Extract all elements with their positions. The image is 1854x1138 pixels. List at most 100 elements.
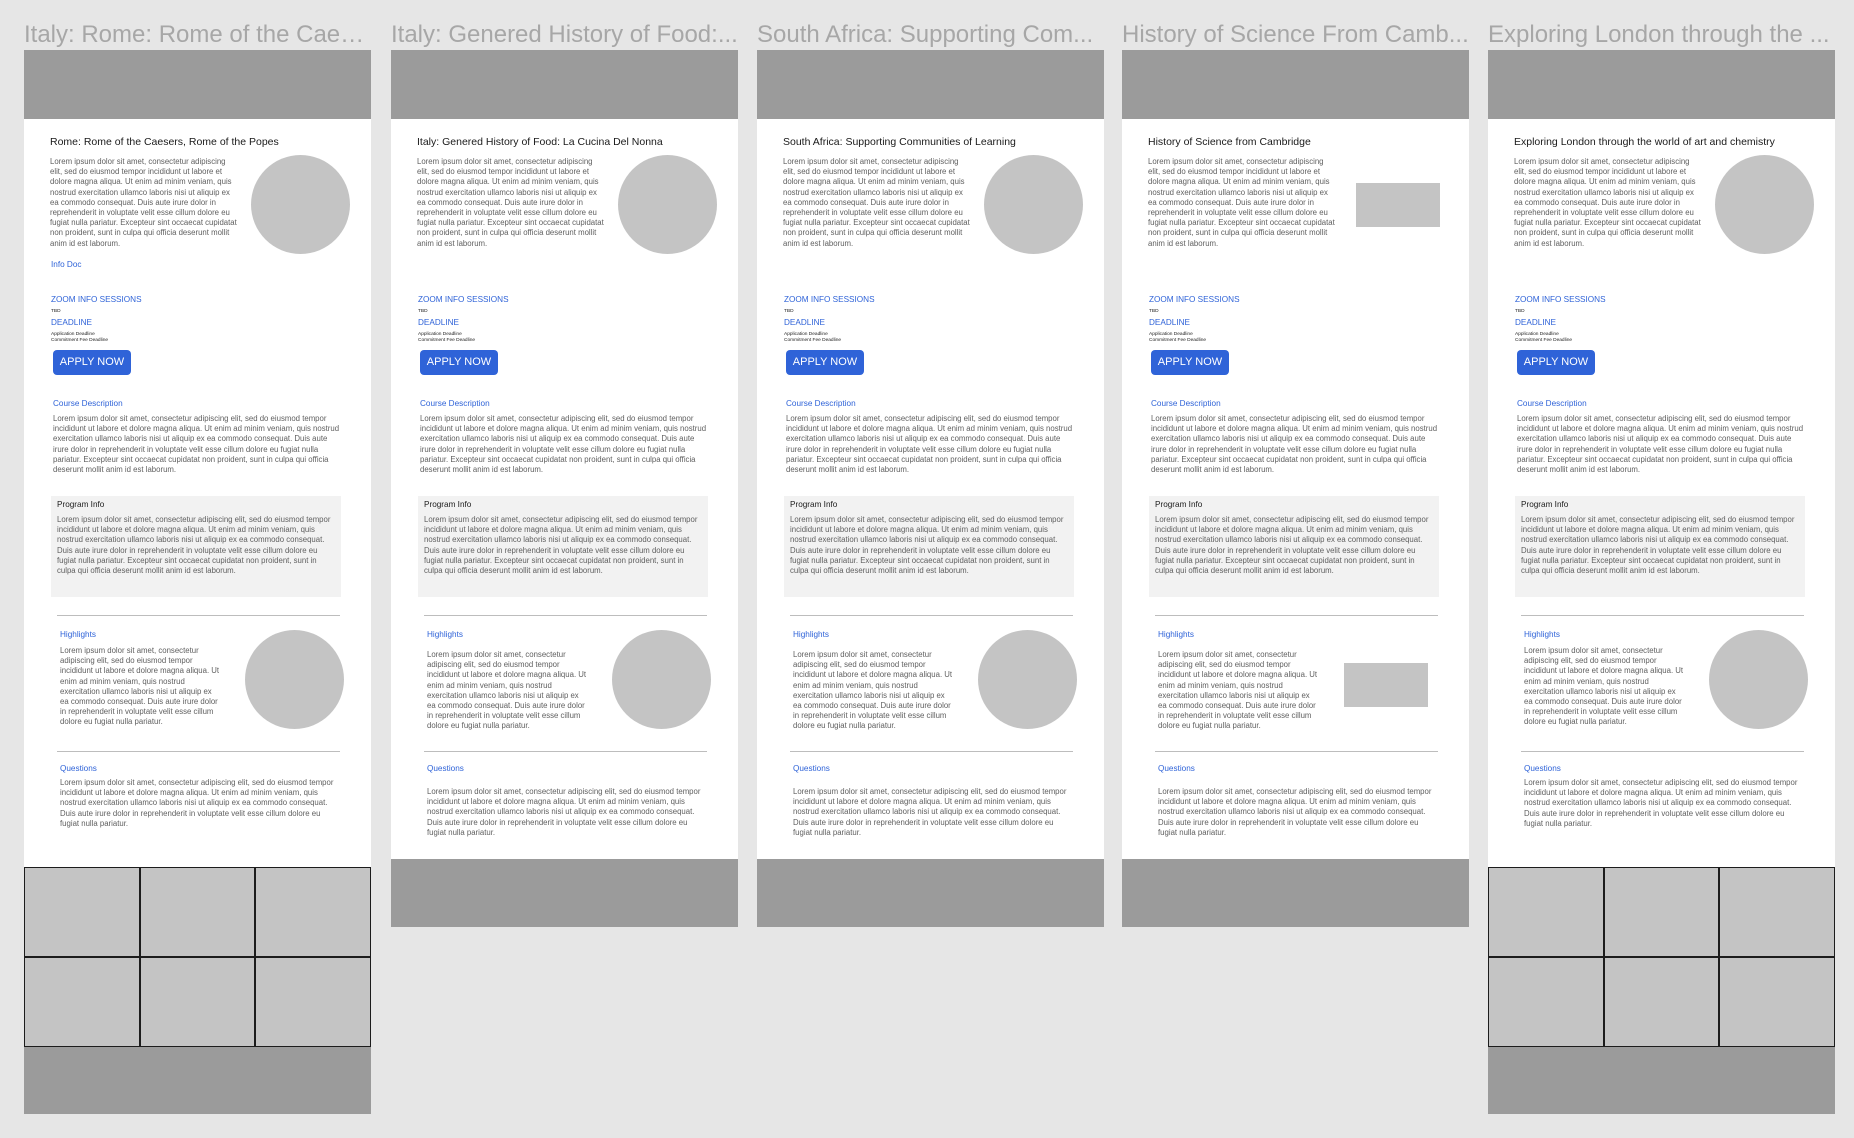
questions-heading: Questions bbox=[793, 764, 830, 773]
zoom-info-sessions-link[interactable]: ZOOM INFO SESSIONS bbox=[51, 295, 142, 304]
divider bbox=[1155, 751, 1438, 752]
divider bbox=[790, 615, 1073, 616]
questions-heading: Questions bbox=[1524, 764, 1561, 773]
intro-text: Lorem ipsum dolor sit amet, consectetur … bbox=[1514, 157, 1701, 248]
intro-text: Lorem ipsum dolor sit amet, consectetur … bbox=[1148, 157, 1335, 248]
deadline-heading: DEADLINE bbox=[418, 318, 459, 327]
course-description-text: Lorem ipsum dolor sit amet, consectetur … bbox=[53, 414, 340, 475]
artboard-title[interactable]: Italy: Genered History of Food:... bbox=[391, 18, 738, 52]
program-info-text: Lorem ipsum dolor sit amet, consectetur … bbox=[790, 515, 1064, 576]
highlights-text: Lorem ipsum dolor sit amet, consectetur … bbox=[60, 646, 220, 727]
apply-now-button[interactable]: APPLY NOW bbox=[53, 350, 131, 375]
program-info-text: Lorem ipsum dolor sit amet, consectetur … bbox=[57, 515, 331, 576]
deadline-heading: DEADLINE bbox=[784, 318, 825, 327]
highlights-heading: Highlights bbox=[427, 630, 463, 639]
highlights-heading: Highlights bbox=[1524, 630, 1560, 639]
program-info-heading: Program Info bbox=[1155, 500, 1203, 509]
session-date: TBD bbox=[418, 309, 428, 314]
course-description-text: Lorem ipsum dolor sit amet, consectetur … bbox=[786, 414, 1073, 475]
highlights-heading: Highlights bbox=[793, 630, 829, 639]
highlights-text: Lorem ipsum dolor sit amet, consectetur … bbox=[427, 650, 587, 731]
highlights-image-placeholder bbox=[1344, 663, 1428, 707]
questions-text: Lorem ipsum dolor sit amet, consectetur … bbox=[1158, 787, 1432, 837]
info-doc-link[interactable]: Info Doc bbox=[51, 260, 82, 269]
apply-now-button[interactable]: APPLY NOW bbox=[1151, 350, 1229, 375]
course-description-heading: Course Description bbox=[1517, 399, 1587, 408]
artboard-title[interactable]: Italy: Rome: Rome of the Caes... bbox=[24, 18, 371, 52]
page-title: Exploring London through the world of ar… bbox=[1514, 136, 1775, 148]
highlights-image-placeholder bbox=[1709, 630, 1808, 729]
course-description-heading: Course Description bbox=[420, 399, 490, 408]
session-date: TBD bbox=[1515, 309, 1525, 314]
course-description-heading: Course Description bbox=[1151, 399, 1221, 408]
zoom-info-sessions-link[interactable]: ZOOM INFO SESSIONS bbox=[1515, 295, 1606, 304]
course-description-heading: Course Description bbox=[53, 399, 123, 408]
application-deadline: Application Deadline bbox=[51, 332, 95, 337]
session-date: TBD bbox=[51, 309, 61, 314]
questions-text: Lorem ipsum dolor sit amet, consectetur … bbox=[793, 787, 1067, 837]
gallery-image-placeholder bbox=[25, 958, 139, 1046]
session-date: TBD bbox=[1149, 309, 1159, 314]
apply-now-button[interactable]: APPLY NOW bbox=[420, 350, 498, 375]
session-date: TBD bbox=[784, 309, 794, 314]
deadline-heading: DEADLINE bbox=[51, 318, 92, 327]
zoom-info-sessions-link[interactable]: ZOOM INFO SESSIONS bbox=[1149, 295, 1240, 304]
program-info-heading: Program Info bbox=[57, 500, 105, 509]
zoom-info-sessions-link[interactable]: ZOOM INFO SESSIONS bbox=[418, 295, 509, 304]
artboard-title[interactable]: History of Science From Camb... bbox=[1122, 18, 1469, 52]
intro-text: Lorem ipsum dolor sit amet, consectetur … bbox=[417, 157, 604, 248]
highlights-heading: Highlights bbox=[60, 630, 96, 639]
highlights-text: Lorem ipsum dolor sit amet, consectetur … bbox=[1524, 646, 1684, 727]
application-deadline: Application Deadline bbox=[1149, 332, 1193, 337]
apply-now-button[interactable]: APPLY NOW bbox=[786, 350, 864, 375]
gallery-image-placeholder bbox=[140, 868, 255, 956]
divider bbox=[57, 615, 340, 616]
footer-placeholder bbox=[757, 859, 1104, 927]
header-placeholder bbox=[757, 50, 1104, 119]
footer-placeholder bbox=[1488, 1047, 1835, 1114]
page-title: History of Science from Cambridge bbox=[1148, 136, 1311, 148]
highlights-image-placeholder bbox=[978, 630, 1077, 729]
application-deadline: Application Deadline bbox=[418, 332, 462, 337]
gallery-image-placeholder bbox=[256, 958, 370, 1046]
highlights-image-placeholder bbox=[245, 630, 344, 729]
commitment-fee-deadline: Commitment Fee Deadline bbox=[51, 338, 109, 343]
gallery-image-placeholder bbox=[1604, 868, 1719, 956]
divider bbox=[424, 615, 707, 616]
page-title: South Africa: Supporting Communities of … bbox=[783, 136, 1016, 148]
page-content: Exploring London through the world of ar… bbox=[1488, 119, 1835, 867]
program-info-box: Program Info Lorem ipsum dolor sit amet,… bbox=[1515, 496, 1805, 597]
image-gallery bbox=[1488, 867, 1835, 1047]
intro-text: Lorem ipsum dolor sit amet, consectetur … bbox=[783, 157, 970, 248]
gallery-image-placeholder bbox=[1720, 958, 1834, 1046]
highlights-text: Lorem ipsum dolor sit amet, consectetur … bbox=[1158, 650, 1318, 731]
divider bbox=[424, 751, 707, 752]
application-deadline: Application Deadline bbox=[784, 332, 828, 337]
gallery-image-placeholder bbox=[1604, 958, 1719, 1046]
artboard-title[interactable]: South Africa: Supporting Com... bbox=[757, 18, 1104, 52]
commitment-fee-deadline: Commitment Fee Deadline bbox=[1515, 338, 1573, 343]
questions-text: Lorem ipsum dolor sit amet, consectetur … bbox=[60, 778, 334, 828]
program-info-text: Lorem ipsum dolor sit amet, consectetur … bbox=[424, 515, 698, 576]
hero-image-placeholder bbox=[251, 155, 350, 254]
footer-placeholder bbox=[24, 1047, 371, 1114]
gallery-image-placeholder bbox=[25, 868, 139, 956]
hero-image-placeholder bbox=[984, 155, 1083, 254]
header-placeholder bbox=[24, 50, 371, 119]
page-content: Rome: Rome of the Caesers, Rome of the P… bbox=[24, 119, 371, 867]
divider bbox=[1521, 751, 1804, 752]
highlights-heading: Highlights bbox=[1158, 630, 1194, 639]
program-info-text: Lorem ipsum dolor sit amet, consectetur … bbox=[1521, 515, 1795, 576]
program-info-box: Program Info Lorem ipsum dolor sit amet,… bbox=[51, 496, 341, 597]
page-content: South Africa: Supporting Communities of … bbox=[757, 119, 1104, 859]
course-description-text: Lorem ipsum dolor sit amet, consectetur … bbox=[420, 414, 707, 475]
apply-now-button[interactable]: APPLY NOW bbox=[1517, 350, 1595, 375]
commitment-fee-deadline: Commitment Fee Deadline bbox=[1149, 338, 1207, 343]
program-info-heading: Program Info bbox=[1521, 500, 1569, 509]
artboard-title[interactable]: Exploring London through the ... bbox=[1488, 18, 1835, 52]
zoom-info-sessions-link[interactable]: ZOOM INFO SESSIONS bbox=[784, 295, 875, 304]
course-description-text: Lorem ipsum dolor sit amet, consectetur … bbox=[1517, 414, 1804, 475]
gallery-image-placeholder bbox=[1720, 868, 1834, 956]
divider bbox=[1155, 615, 1438, 616]
deadline-heading: DEADLINE bbox=[1515, 318, 1556, 327]
